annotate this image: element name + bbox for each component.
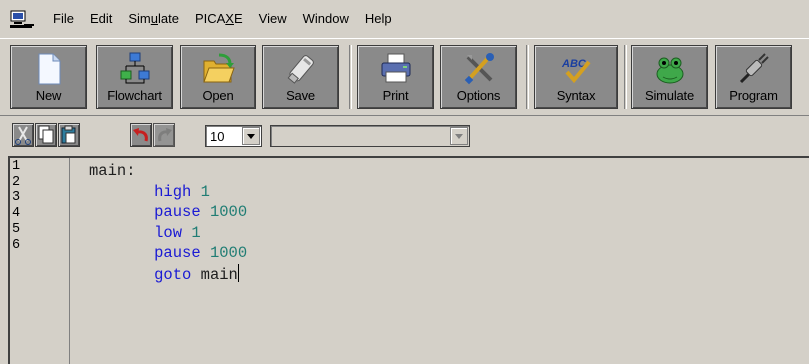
save-button-label: Save [286,88,315,103]
program-button[interactable]: Program [715,45,792,109]
copy-button[interactable] [35,123,57,147]
toolbar-separator [624,45,627,109]
menu-edit[interactable]: Edit [82,8,120,30]
font-name-select[interactable] [270,125,470,147]
redo-button[interactable] [153,123,175,147]
undo-icon [133,128,148,142]
menu-bar: File Edit Simulate PICAXE View Window He… [0,0,809,38]
syntax-button[interactable]: ABC Syntax [534,45,618,109]
cut-icon [15,126,31,145]
flowchart-button-label: Flowchart [107,88,162,103]
syntax-check-icon: ABC [559,52,593,86]
main-toolbar: New Flowchart Open Save Print Options AB… [0,38,809,116]
print-button[interactable]: Print [357,45,434,109]
line-number: 1 [12,159,21,174]
code-line: pause 1000 [89,202,247,223]
menu-help[interactable]: Help [357,8,400,30]
new-button-label: New [35,88,62,103]
menu-view[interactable]: View [251,8,295,30]
simulate-frog-icon [653,52,687,86]
line-number-gutter: 1 2 3 4 5 6 [10,158,70,364]
syntax-button-label: Syntax [556,88,596,103]
chevron-down-icon[interactable] [242,127,260,145]
app-window-icon[interactable] [9,8,35,30]
line-number: 3 [12,190,21,206]
simulate-button[interactable]: Simulate [631,45,708,109]
menu-simulate[interactable]: Simulate [120,8,187,30]
code-keyword: pause [154,203,201,222]
code-argument: 1 [200,182,210,201]
menu-picaxe[interactable]: PICAXE [187,8,251,30]
code-argument: main [200,265,238,284]
new-document-icon [32,52,66,86]
printer-icon [379,52,413,86]
copy-icon [38,125,54,144]
code-line: low 1 [89,223,247,244]
code-keyword: high [154,182,192,201]
toolbar-separator [526,45,529,109]
code-line: pause 1000 [89,243,247,264]
code-keyword: goto [154,265,192,284]
text-caret [237,263,239,282]
code-keyword: pause [154,244,201,263]
code-argument: 1 [191,223,201,242]
menu-window[interactable]: Window [295,8,357,30]
program-cable-icon [737,52,771,86]
undo-button[interactable] [130,123,152,147]
program-button-label: Program [729,88,778,103]
code-argument: 1000 [209,244,248,263]
chevron-down-icon[interactable] [450,127,468,145]
line-number: 2 [12,174,21,190]
code-text[interactable]: main: high 1 pause 1000 low 1 pause 1000… [89,161,247,286]
options-button[interactable]: Options [440,45,517,109]
tools-icon [462,52,496,86]
open-folder-icon [201,52,235,86]
code-line: high 1 [89,182,247,203]
print-button-label: Print [382,88,409,103]
flowchart-icon [118,52,152,86]
format-toolbar: 10 [0,116,809,156]
simulate-button-label: Simulate [645,88,694,103]
toolbar-separator [349,45,352,109]
font-size-select[interactable]: 10 [205,125,262,147]
cut-button[interactable] [12,123,34,147]
code-line: main: [89,161,247,182]
open-button[interactable]: Open [180,45,256,109]
save-button[interactable]: Save [262,45,339,109]
options-button-label: Options [456,88,501,103]
line-number: 4 [12,206,21,222]
code-line: goto main [89,263,247,286]
open-button-label: Open [202,88,234,103]
font-size-value: 10 [210,128,225,144]
paste-icon [61,125,76,144]
save-usb-icon [284,52,318,86]
code-argument: 1000 [209,203,248,222]
flowchart-button[interactable]: Flowchart [96,45,173,109]
code-label: main: [89,162,136,180]
code-editor[interactable]: 1 2 3 4 5 6 main: high 1 pause 1000 low … [8,156,809,364]
paste-button[interactable] [58,123,80,147]
redo-icon [158,128,172,142]
code-keyword: low [154,223,183,242]
new-button[interactable]: New [10,45,87,109]
menu-file[interactable]: File [45,8,82,30]
line-number: 6 [12,237,21,253]
line-number: 5 [12,221,21,237]
